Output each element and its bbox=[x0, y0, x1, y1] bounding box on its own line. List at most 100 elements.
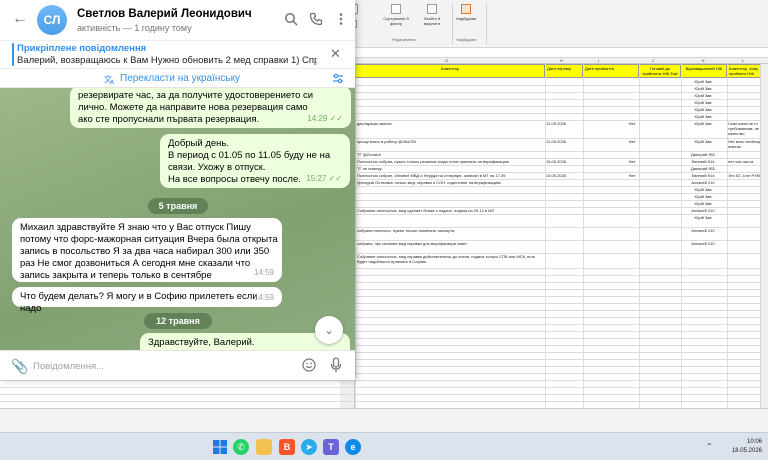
clock-time: 10:06 bbox=[746, 439, 762, 445]
table-cell[interactable]: Нет bbox=[612, 173, 652, 178]
header-cell[interactable]: Дата прийняття bbox=[583, 64, 639, 78]
table-cell[interactable]: 15.05.2026 bbox=[546, 159, 584, 164]
pinned-message[interactable]: Прикріплене повідомлення Валерий, возвра… bbox=[0, 40, 355, 68]
table-cell[interactable]: Алексей 210 bbox=[680, 208, 726, 213]
table-cell[interactable]: ТГ по номеру bbox=[357, 166, 543, 171]
header-cell[interactable]: Дата перевір bbox=[545, 64, 583, 78]
back-arrow-icon[interactable]: ← bbox=[12, 10, 28, 28]
table-cell[interactable]: декларація залита bbox=[357, 121, 543, 126]
table-cell[interactable]: Дмитрий 952 bbox=[680, 152, 726, 157]
more-vertical-icon[interactable] bbox=[334, 12, 348, 26]
col-letter[interactable]: J bbox=[652, 58, 654, 63]
teams-icon[interactable]: T bbox=[323, 439, 339, 455]
translate-bar[interactable]: 文A Перекласти на українську bbox=[0, 68, 355, 88]
gridline bbox=[639, 64, 640, 430]
table-cell[interactable]: 15.05.2026 bbox=[546, 173, 584, 178]
telegram-chat-window: ← СЛ Светлов Валерий Леонидович активніс… bbox=[0, 0, 355, 380]
col-letter[interactable]: I bbox=[598, 58, 599, 63]
outgoing-message[interactable]: резервирате час, за да получите удостове… bbox=[70, 88, 351, 128]
table-cell[interactable]: Юрій 3ав bbox=[680, 107, 726, 112]
microphone-icon[interactable] bbox=[330, 357, 342, 373]
contact-name[interactable]: Светлов Валерий Леонидович bbox=[77, 8, 252, 20]
message-composer: 📎 bbox=[0, 350, 355, 380]
chat-header: ← СЛ Светлов Валерий Леонидович активніс… bbox=[0, 0, 355, 40]
table-cell[interactable]: 12.05.2026 bbox=[546, 139, 584, 144]
close-icon[interactable]: ✕ bbox=[330, 46, 341, 62]
phone-icon[interactable] bbox=[309, 12, 323, 26]
start-windows-icon[interactable] bbox=[212, 439, 228, 455]
table-cell[interactable]: Юрій 3ав bbox=[680, 86, 726, 91]
formula-bar[interactable] bbox=[340, 48, 768, 58]
message-time: 14:29 ✓✓ bbox=[307, 113, 343, 125]
table-cell[interactable]: Полностью собран, нужно только решение к… bbox=[357, 159, 543, 164]
message-time: 14:59 bbox=[253, 268, 274, 277]
table-cell[interactable]: Собрание полностью, мед сделает ближе к … bbox=[357, 208, 543, 213]
sort-filter-icon bbox=[391, 4, 401, 14]
table-cell[interactable]: Евгений 914 bbox=[680, 159, 726, 164]
pinned-title: Прикріплене повідомлення bbox=[17, 43, 147, 54]
translate-settings-icon[interactable] bbox=[332, 73, 344, 84]
table-cell[interactable]: прошу взять в работу @Olla760 bbox=[357, 139, 543, 144]
attach-icon[interactable]: 📎 bbox=[11, 358, 28, 375]
scroll-down-button[interactable]: ⌄ bbox=[315, 316, 343, 344]
taskbar: ✆ B ➤ T e ⌃ 10:06 18.05.2026 bbox=[0, 432, 768, 460]
incoming-message[interactable]: Что будем делать? Я могу и в Софию приле… bbox=[12, 287, 282, 314]
message-input[interactable] bbox=[33, 360, 283, 373]
outgoing-message[interactable]: Добрый день. В период с 01.05 по 11.05 б… bbox=[160, 134, 350, 188]
pinned-text: Валерий, возвращаюсь к Вам Нужно обновит… bbox=[17, 55, 317, 66]
table-cell[interactable]: Юрій 3ав bbox=[680, 100, 726, 105]
file-explorer-icon[interactable] bbox=[256, 439, 272, 455]
table-cell[interactable]: собрана, про своение мед справки для вер… bbox=[357, 241, 543, 246]
edge-browser-icon[interactable]: e bbox=[345, 439, 361, 455]
table-cell[interactable]: Нет bbox=[612, 121, 652, 126]
emoji-icon[interactable] bbox=[302, 358, 316, 372]
table-cell[interactable]: Алексей 210 bbox=[680, 228, 726, 233]
table-cell[interactable]: ТГ @ZomArh bbox=[357, 152, 543, 157]
table-cell[interactable]: Юрій 3ав bbox=[680, 194, 726, 199]
col-letter[interactable]: K bbox=[702, 58, 705, 63]
table-cell[interactable]: Собрание полностью, мед справки действит… bbox=[357, 254, 543, 264]
table-cell[interactable]: Дмитрий 952 bbox=[680, 166, 726, 171]
system-clock[interactable]: 10:06 18.05.2026 bbox=[732, 438, 762, 456]
col-letter[interactable]: G bbox=[445, 58, 448, 63]
table-cell[interactable]: Алексей 210 bbox=[680, 180, 726, 185]
sort-filter-button[interactable]: Сортування й фільтр bbox=[380, 4, 412, 26]
col-letter[interactable]: L bbox=[742, 58, 744, 63]
table-cell[interactable]: Юрій 3ав bbox=[680, 201, 726, 206]
clock-date: 18.05.2026 bbox=[731, 448, 762, 454]
col-letter[interactable]: H bbox=[560, 58, 563, 63]
table-cell[interactable]: Юрій 3ав bbox=[680, 139, 726, 144]
date-separator: 12 травня bbox=[144, 313, 212, 329]
table-cell[interactable]: Юрій 3ав bbox=[680, 79, 726, 84]
chevron-up-icon[interactable]: ⌃ bbox=[706, 442, 713, 451]
vertical-scrollbar[interactable] bbox=[760, 64, 768, 408]
table-cell[interactable]: Юрій 3ав bbox=[680, 187, 726, 192]
table-cell[interactable]: 12.05.2026 bbox=[546, 121, 584, 126]
search-icon[interactable] bbox=[284, 12, 298, 26]
table-cell[interactable]: Полностью собран, обновит МВД и Неруда н… bbox=[357, 173, 543, 178]
table-cell[interactable]: Алексей 210 bbox=[680, 241, 726, 246]
translate-label[interactable]: Перекласти на українську bbox=[120, 73, 240, 84]
table-cell[interactable]: Юрій 3ав bbox=[680, 215, 726, 220]
header-cell[interactable]: Відповідальний НЖ bbox=[681, 64, 727, 78]
header-cell[interactable]: Коментар bbox=[355, 64, 545, 78]
editing-group-label: Редагування bbox=[392, 37, 416, 42]
table-cell[interactable]: собрана полность, нужно только поменять … bbox=[357, 228, 543, 233]
avatar[interactable]: СЛ bbox=[37, 5, 67, 35]
addins-button[interactable]: Надбудови bbox=[452, 4, 480, 21]
table-cell[interactable]: Нет bbox=[612, 159, 652, 164]
brave-browser-icon[interactable]: B bbox=[279, 439, 295, 455]
gridline bbox=[727, 64, 728, 430]
table-cell[interactable]: Юрій 3ав bbox=[680, 93, 726, 98]
find-select-button[interactable]: Знайти й виділити bbox=[416, 4, 448, 26]
table-cell[interactable]: Нет bbox=[612, 139, 652, 144]
table-cell[interactable]: Юрій 3ав bbox=[680, 121, 726, 126]
header-cell[interactable]: Готовий до прийняття НЖ Так/Н bbox=[639, 64, 681, 78]
table-cell[interactable]: Юрій 3ав bbox=[680, 114, 726, 119]
telegram-icon[interactable]: ➤ bbox=[301, 439, 317, 455]
whatsapp-icon[interactable]: ✆ bbox=[233, 439, 249, 455]
incoming-message[interactable]: Михаил здравствуйте Я знаю что у Вас отп… bbox=[12, 218, 282, 282]
table-cell[interactable]: Евгений 914 bbox=[680, 173, 726, 178]
addins-group-label: Надбудови bbox=[456, 37, 477, 42]
table-cell[interactable]: @magcat Осталась только мед. справки и С… bbox=[357, 180, 543, 185]
